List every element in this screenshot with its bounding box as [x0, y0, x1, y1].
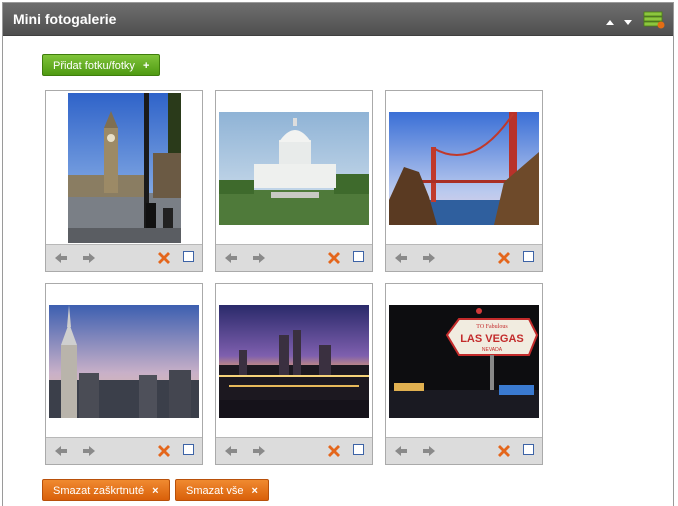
photo-big-ben[interactable]: [46, 91, 202, 245]
sign-top-text: TO Fabulous: [476, 324, 508, 330]
add-photos-label: Přidat fotku/fotky: [53, 60, 135, 72]
photo-card-city-skyline-night: [215, 283, 373, 465]
select-photo-checkbox[interactable]: [353, 251, 364, 262]
panel-header: Mini fotogalerie: [3, 3, 673, 36]
add-photos-button[interactable]: Přidat fotku/fotky +: [42, 54, 161, 76]
delete-photo-icon[interactable]: [326, 443, 342, 459]
move-left-icon[interactable]: [394, 251, 408, 263]
move-right-icon[interactable]: [252, 444, 266, 456]
layers-menu-icon[interactable]: [643, 11, 665, 29]
photo-toolbar: [46, 244, 202, 271]
select-photo-checkbox[interactable]: [523, 444, 534, 455]
move-right-icon[interactable]: [252, 251, 266, 263]
close-icon: ×: [251, 485, 258, 497]
panel-title: Mini fotogalerie: [13, 11, 117, 27]
delete-all-label: Smazat vše: [186, 485, 244, 497]
plus-icon: +: [142, 60, 150, 72]
photo-card-us-capitol: [215, 90, 373, 272]
select-photo-checkbox[interactable]: [183, 444, 194, 455]
photo-card-golden-gate-bridge: [385, 90, 543, 272]
close-icon: ×: [152, 485, 159, 497]
move-right-icon[interactable]: [422, 251, 436, 263]
photo-card-big-ben: [45, 90, 203, 272]
sign-main-text: LAS VEGAS: [460, 333, 524, 345]
photo-card-chrysler-building: [45, 283, 203, 465]
photo-toolbar: [46, 437, 202, 464]
delete-photo-icon[interactable]: [156, 250, 172, 266]
delete-photo-icon[interactable]: [496, 443, 512, 459]
triangle-up-icon[interactable]: [605, 17, 615, 27]
delete-photo-icon[interactable]: [156, 443, 172, 459]
move-left-icon[interactable]: [54, 444, 68, 456]
move-left-icon[interactable]: [224, 251, 238, 263]
sign-bottom-text: NEVADA: [482, 347, 503, 353]
photo-toolbar: [386, 437, 542, 464]
move-right-icon[interactable]: [422, 444, 436, 456]
photo-las-vegas-sign[interactable]: TO Fabulous LAS VEGAS NEVADA: [386, 284, 542, 438]
delete-photo-icon[interactable]: [326, 250, 342, 266]
photo-us-capitol[interactable]: [216, 91, 372, 245]
delete-checked-button[interactable]: Smazat zaškrtnuté ×: [42, 479, 170, 501]
photo-card-las-vegas-sign: TO Fabulous LAS VEGAS NEVADA: [385, 283, 543, 465]
move-right-icon[interactable]: [82, 251, 96, 263]
photo-golden-gate-bridge[interactable]: [386, 91, 542, 245]
move-left-icon[interactable]: [394, 444, 408, 456]
photo-toolbar: [216, 437, 372, 464]
select-photo-checkbox[interactable]: [353, 444, 364, 455]
delete-all-button[interactable]: Smazat vše ×: [175, 479, 269, 501]
move-left-icon[interactable]: [224, 444, 238, 456]
move-left-icon[interactable]: [54, 251, 68, 263]
delete-checked-label: Smazat zaškrtnuté: [53, 485, 145, 497]
select-photo-checkbox[interactable]: [523, 251, 534, 262]
gallery-panel: Mini fotogalerie Přidat fotku/fotky + TO…: [2, 2, 674, 506]
move-right-icon[interactable]: [82, 444, 96, 456]
photo-toolbar: [386, 244, 542, 271]
triangle-down-icon[interactable]: [623, 17, 633, 27]
photo-toolbar: [216, 244, 372, 271]
photo-city-skyline-night[interactable]: [216, 284, 372, 438]
select-photo-checkbox[interactable]: [183, 251, 194, 262]
photo-chrysler-building[interactable]: [46, 284, 202, 438]
delete-photo-icon[interactable]: [496, 250, 512, 266]
